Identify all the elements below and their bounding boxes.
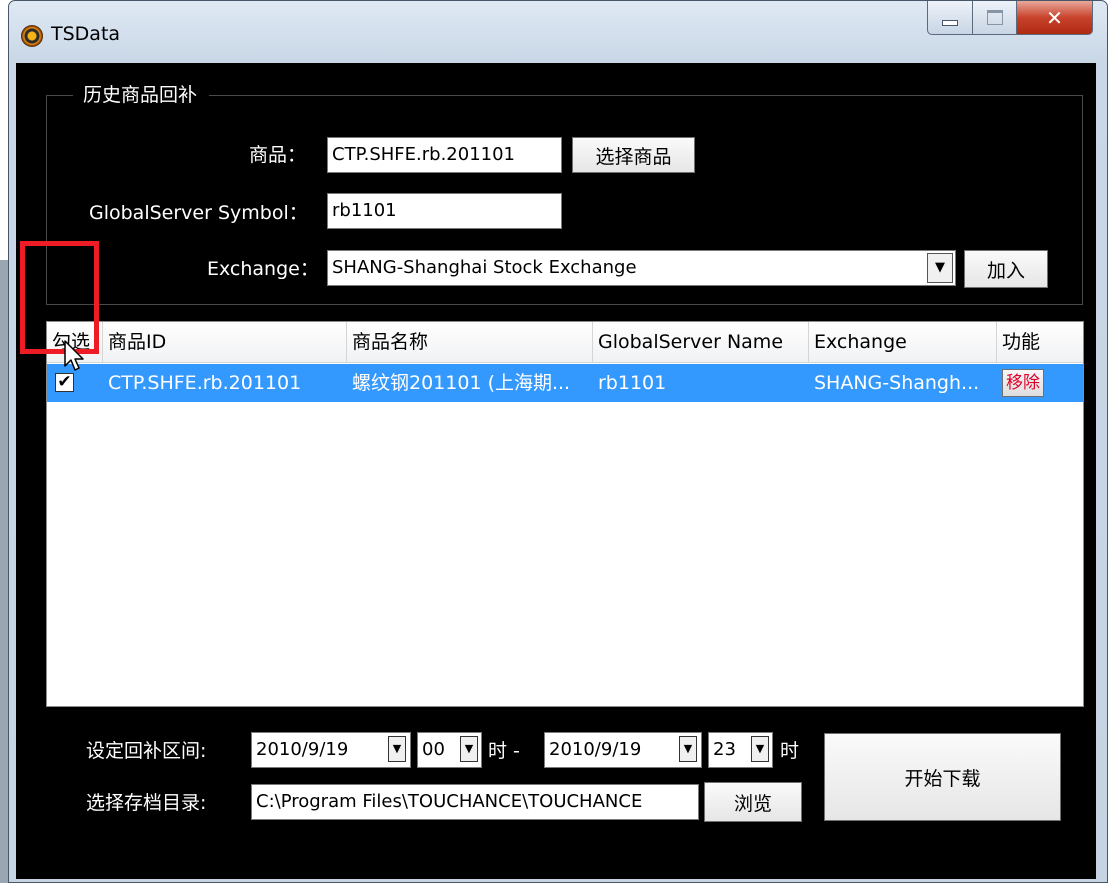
- cell-exchange: SHANG-Shangh...: [814, 372, 980, 394]
- select-product-button[interactable]: 选择商品: [572, 137, 695, 173]
- column-header-globalserver-name[interactable]: GlobalServer Name: [593, 322, 809, 362]
- client-area: 历史商品回补 商品： CTP.SHFE.rb.201101 选择商品 Globa…: [16, 63, 1096, 879]
- maximize-button[interactable]: [973, 1, 1017, 35]
- group-title: 历史商品回补: [73, 80, 210, 110]
- desktop-background: [0, 260, 8, 883]
- app-window: TSData ✕ 历史商品回补 商品： CTP.SHFE.rb.201101 选…: [8, 0, 1108, 883]
- chevron-down-icon[interactable]: ▼: [460, 736, 478, 762]
- minimize-icon: [942, 19, 958, 26]
- exchange-label: Exchange：: [207, 258, 319, 280]
- close-button[interactable]: ✕: [1017, 1, 1093, 35]
- chevron-down-icon[interactable]: ▼: [927, 253, 953, 283]
- add-button[interactable]: 加入: [964, 250, 1048, 288]
- hour-suffix: 时: [780, 740, 800, 762]
- app-icon: [21, 25, 43, 47]
- range-label: 设定回补区间:: [86, 740, 207, 762]
- product-label: 商品：: [249, 144, 307, 166]
- table-row[interactable]: ✔ CTP.SHFE.rb.201101 螺纹钢201101 (上海期... r…: [47, 364, 1083, 402]
- chevron-down-icon[interactable]: ▼: [388, 736, 406, 762]
- product-input[interactable]: CTP.SHFE.rb.201101: [327, 137, 562, 173]
- cell-globalserver-name: rb1101: [598, 372, 667, 394]
- hour-separator: 时 -: [488, 740, 520, 762]
- exchange-select[interactable]: SHANG-Shanghai Stock Exchange ▼: [327, 250, 956, 286]
- start-hour-value: 00: [422, 739, 445, 760]
- symbol-label: GlobalServer Symbol：: [89, 202, 308, 224]
- caption-buttons: ✕: [927, 1, 1093, 35]
- chevron-down-icon[interactable]: ▼: [751, 736, 769, 762]
- column-header-product-id[interactable]: 商品ID: [103, 322, 347, 362]
- title-bar[interactable]: TSData ✕: [9, 1, 1107, 63]
- start-hour-select[interactable]: 00 ▼: [417, 732, 482, 768]
- start-date-picker[interactable]: 2010/9/19 ▼: [251, 732, 411, 768]
- maximize-icon: [986, 10, 1003, 25]
- list-header: 勾选 商品ID 商品名称 GlobalServer Name Exchange …: [47, 322, 1083, 363]
- highlight-annotation: [20, 241, 99, 354]
- minimize-button[interactable]: [927, 1, 973, 35]
- window-title: TSData: [51, 23, 121, 45]
- cell-product-name: 螺纹钢201101 (上海期...: [352, 372, 571, 394]
- browse-button[interactable]: 浏览: [704, 782, 802, 822]
- save-dir-input[interactable]: C:\Program Files\TOUCHANCE\TOUCHANCE: [251, 784, 699, 820]
- close-icon: ✕: [1046, 5, 1063, 30]
- column-header-product-name[interactable]: 商品名称: [347, 322, 593, 362]
- start-download-button[interactable]: 开始下载: [824, 733, 1061, 821]
- symbol-input[interactable]: rb1101: [327, 193, 562, 229]
- chevron-down-icon[interactable]: ▼: [679, 736, 697, 762]
- start-date-value: 2010/9/19: [256, 739, 349, 760]
- remove-button[interactable]: 移除: [1002, 369, 1044, 397]
- end-date-picker[interactable]: 2010/9/19 ▼: [544, 732, 702, 768]
- dir-label: 选择存档目录:: [86, 792, 207, 814]
- mouse-cursor-icon: [64, 340, 84, 371]
- end-hour-select[interactable]: 23 ▼: [708, 732, 773, 768]
- end-hour-value: 23: [713, 739, 736, 760]
- end-date-value: 2010/9/19: [549, 739, 642, 760]
- exchange-select-value: SHANG-Shanghai Stock Exchange: [332, 257, 637, 278]
- column-header-exchange[interactable]: Exchange: [809, 322, 997, 362]
- column-header-action[interactable]: 功能: [997, 322, 1083, 362]
- product-list[interactable]: 勾选 商品ID 商品名称 GlobalServer Name Exchange …: [46, 321, 1084, 707]
- cell-product-id: CTP.SHFE.rb.201101: [108, 372, 302, 394]
